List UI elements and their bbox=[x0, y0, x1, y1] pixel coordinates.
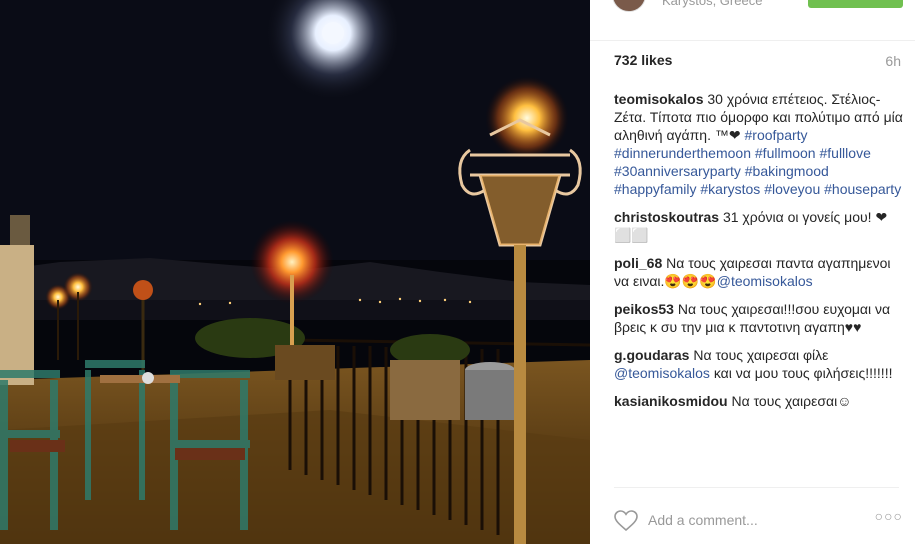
hashtag[interactable]: #karystos bbox=[700, 181, 760, 197]
comment-username[interactable]: teomisokalos bbox=[614, 91, 703, 107]
post-sidebar: Karystos, Greece 732 likes 6h teomisokal… bbox=[590, 0, 915, 544]
hashtag[interactable]: #fulllove bbox=[819, 145, 870, 161]
comment: poli_68 Να τους χαιρεσαι παντα αγαπημενο… bbox=[614, 254, 904, 290]
comment: kasianikosmidou Να τους χαιρεσαι☺ bbox=[614, 392, 904, 410]
hashtag[interactable]: #houseparty bbox=[824, 181, 901, 197]
comment-footer: Add a comment... ○○○ bbox=[614, 487, 902, 545]
post-time[interactable]: 6h bbox=[885, 53, 901, 69]
mention-link[interactable]: @teomisokalos bbox=[614, 365, 710, 381]
comment: g.goudaras Να τους χαιρεσαι φίλε @teomis… bbox=[614, 346, 904, 382]
hashtag[interactable]: #30anniversaryparty bbox=[614, 163, 741, 179]
comment-text: και να μου τους φιλήσεις!!!!!!! bbox=[713, 365, 893, 381]
comment-text: Να τους χαιρεσαι φίλε bbox=[693, 347, 829, 363]
hashtag[interactable]: #fullmoon bbox=[755, 145, 816, 161]
add-comment-input[interactable]: Add a comment... bbox=[648, 512, 758, 528]
comment-username[interactable]: christoskoutras bbox=[614, 209, 719, 225]
mention-link[interactable]: @teomisokalos bbox=[717, 273, 813, 289]
post-header: Karystos, Greece bbox=[590, 0, 915, 41]
heart-icon[interactable] bbox=[614, 510, 638, 532]
comment: peikos53 Να τους χαιρεσαι!!!σου ευχομαι … bbox=[614, 300, 904, 336]
hashtag[interactable]: #loveyou bbox=[764, 181, 820, 197]
comment-text: Να τους χαιρεσαι☺ bbox=[731, 393, 852, 409]
comment-username[interactable]: poli_68 bbox=[614, 255, 662, 271]
comment: christoskoutras 31 χρόνια οι γονείς μου!… bbox=[614, 208, 904, 244]
hashtag[interactable]: #dinnerunderthemoon bbox=[614, 145, 751, 161]
comment-username[interactable]: kasianikosmidou bbox=[614, 393, 728, 409]
follow-button[interactable] bbox=[808, 0, 903, 8]
hashtag[interactable]: #roofparty bbox=[745, 127, 808, 143]
caption: teomisokalos 30 χρόνια επέτειος. Στέλιος… bbox=[614, 90, 904, 198]
hashtag[interactable]: #bakingmood bbox=[745, 163, 829, 179]
comments-list: teomisokalos 30 χρόνια επέτειος. Στέλιος… bbox=[614, 90, 904, 420]
likes-count[interactable]: 732 likes bbox=[614, 52, 672, 68]
avatar[interactable] bbox=[612, 0, 646, 12]
night-rooftop-scene bbox=[0, 0, 590, 544]
hashtag[interactable]: #happyfamily bbox=[614, 181, 697, 197]
comment-username[interactable]: peikos53 bbox=[614, 301, 674, 317]
comment-username[interactable]: g.goudaras bbox=[614, 347, 689, 363]
more-options-icon[interactable]: ○○○ bbox=[875, 508, 903, 524]
post-photo[interactable] bbox=[0, 0, 590, 544]
location-link[interactable]: Karystos, Greece bbox=[662, 0, 762, 8]
